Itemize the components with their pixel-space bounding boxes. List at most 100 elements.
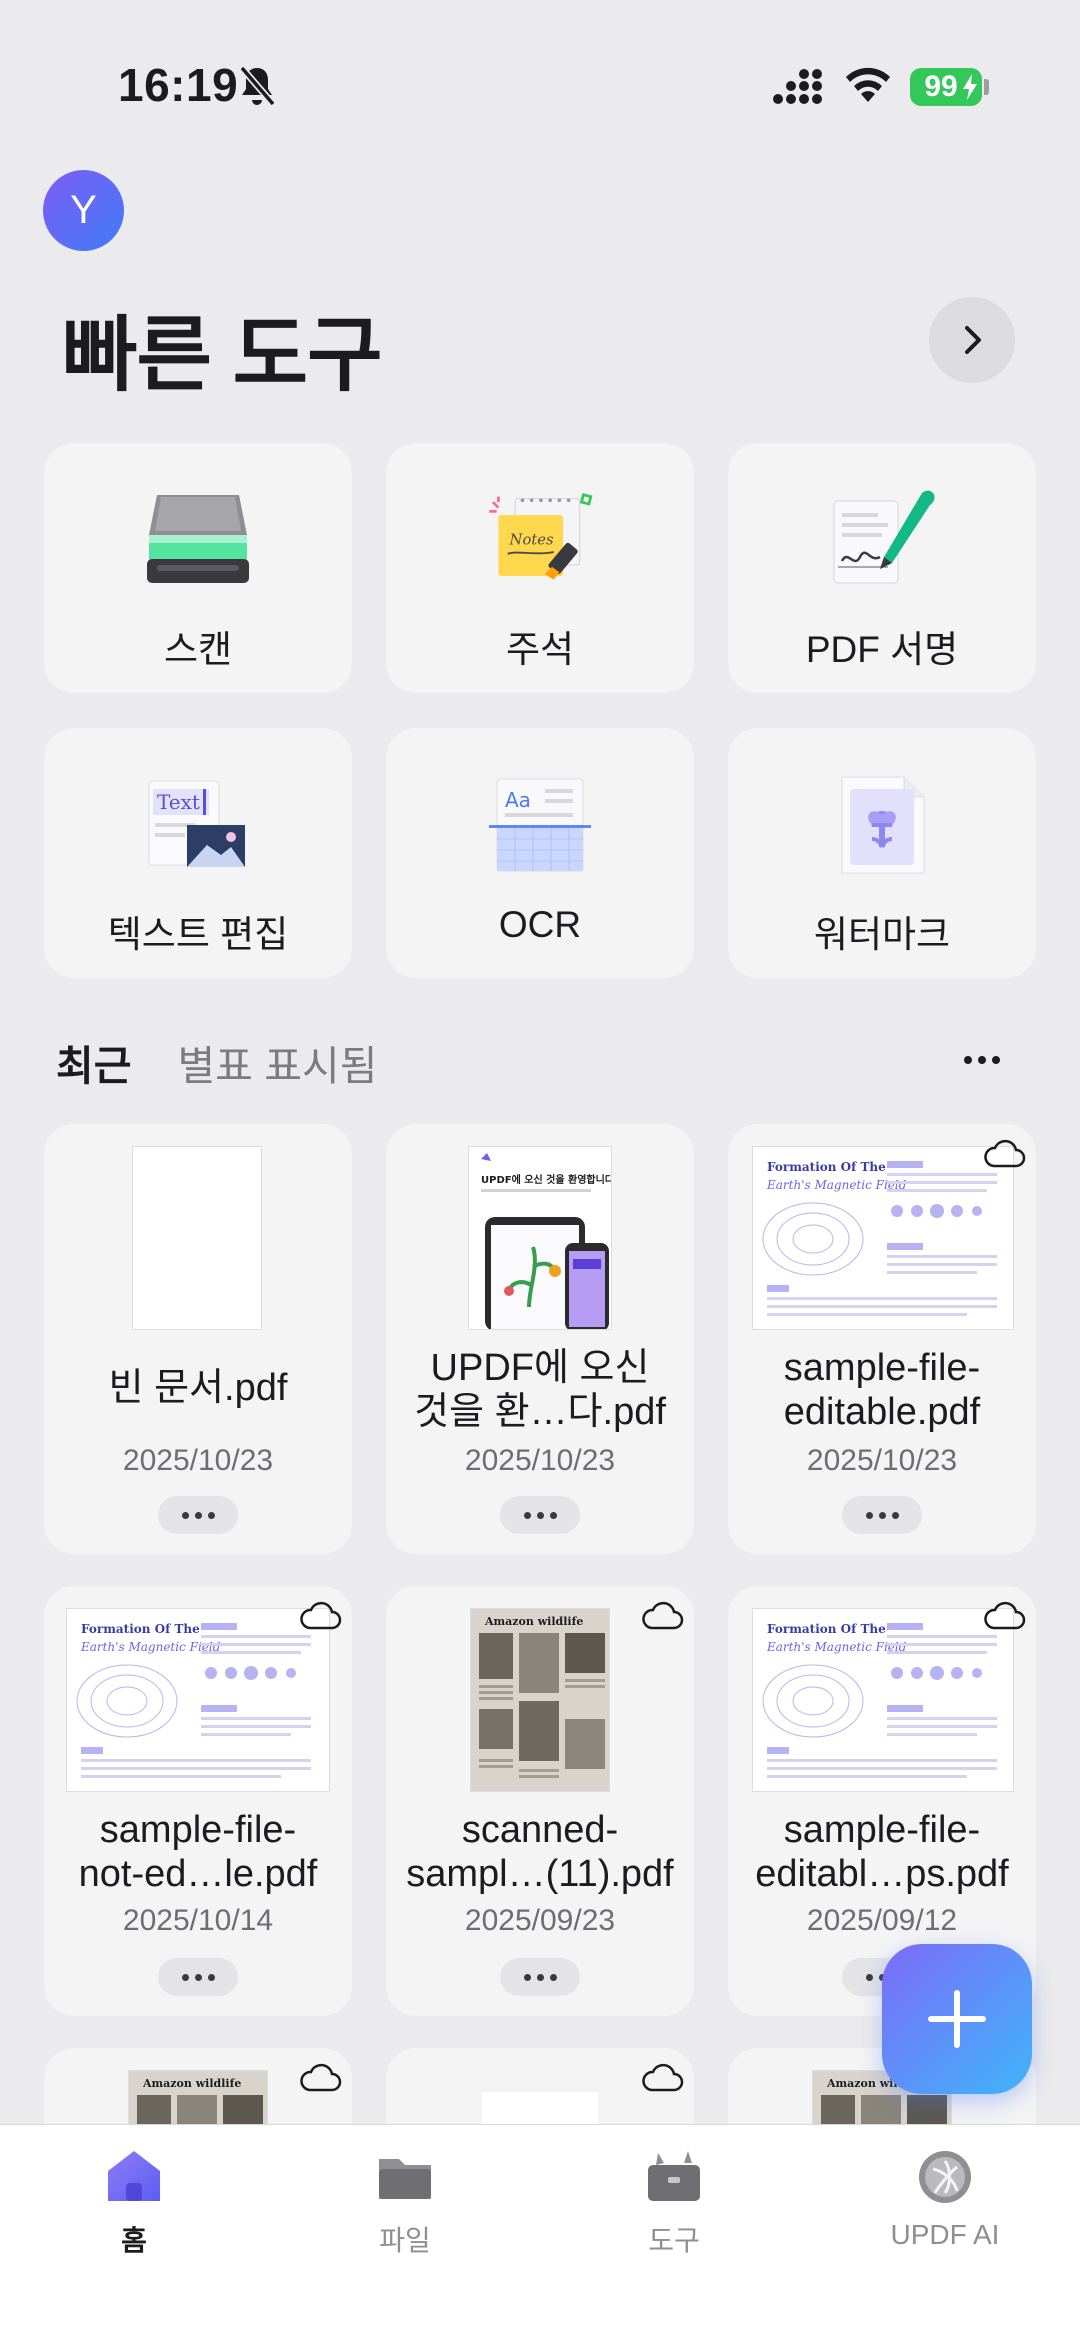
- add-file-button[interactable]: [882, 1944, 1032, 2094]
- ai-icon: [919, 2151, 971, 2203]
- tool-label: PDF 서명: [805, 629, 959, 670]
- file-more-button[interactable]: [158, 1958, 238, 1996]
- home-icon: [108, 2151, 160, 2201]
- tool-label: 텍스트 편집: [107, 914, 289, 955]
- cloud-icon: [300, 1601, 342, 1630]
- tool-ocr[interactable]: Aa OCR: [386, 728, 694, 978]
- battery-level: 99: [924, 70, 958, 103]
- notes-highlighter-icon: Notes: [480, 485, 600, 595]
- tab-updf-ai[interactable]: UPDF AI: [845, 2147, 1045, 2251]
- avatar[interactable]: Y: [43, 170, 124, 251]
- file-thumbnail: Formation Of The Earth's Magnetic Field: [752, 1146, 1014, 1330]
- tab-label: 홈: [121, 2225, 147, 2256]
- avatar-letter: Y: [70, 188, 97, 232]
- tool-label: 워터마크: [813, 914, 951, 955]
- file-date: 2025/09/12: [806, 1904, 958, 1937]
- recent-tabs: 최근 별표 표시됨: [56, 1032, 377, 1092]
- tab-label: 도구: [648, 2225, 700, 2256]
- file-thumbnail: Amazon wildlife: [470, 1608, 610, 1792]
- quick-tools-title: 빠른 도구: [62, 310, 383, 401]
- file-more-button[interactable]: [500, 1496, 580, 1534]
- file-date: 2025/10/23: [806, 1444, 958, 1477]
- file-card[interactable]: UPDF에 오신 것을 환영합니다 UPDF에 오신 것을 환…다.pdf 20…: [386, 1124, 694, 1554]
- status-bar: 16:19 99: [0, 0, 1080, 170]
- signature-pen-icon: [822, 485, 942, 595]
- cloud-icon: [642, 2063, 684, 2092]
- quick-tools-more-button[interactable]: [929, 297, 1015, 383]
- tool-label: 주석: [505, 629, 575, 670]
- charging-bolt-icon: [963, 74, 977, 100]
- cloud-icon: [300, 2063, 342, 2092]
- file-name: sample-file-: [99, 1809, 297, 1851]
- file-thumbnail: [132, 1146, 262, 1330]
- status-time: 16:19: [118, 59, 239, 111]
- svg-text:Formation Of The: Formation Of The: [767, 1622, 886, 1636]
- tool-text-edit[interactable]: Text 텍스트 편집: [44, 728, 352, 978]
- file-card[interactable]: Amazon wildlife scanned- sampl…(11).pdf …: [386, 1586, 694, 2016]
- tool-label: 스캔: [163, 629, 233, 670]
- cloud-icon: [642, 1601, 684, 1630]
- tool-label: OCR: [498, 904, 582, 945]
- file-date: 2025/10/23: [122, 1444, 274, 1477]
- tab-label: 파일: [379, 2225, 431, 2256]
- tab-tools[interactable]: 도구: [574, 2147, 774, 2259]
- tool-pdf-sign[interactable]: PDF 서명: [728, 443, 1036, 693]
- magnetic-thumb-subtitle: Earth's Magnetic Field: [766, 1178, 907, 1192]
- text-chip-label: Text: [157, 790, 200, 814]
- svg-text:Earth's Magnetic Field: Earth's Magnetic Field: [80, 1640, 221, 1654]
- file-more-button[interactable]: [500, 1958, 580, 1996]
- signal-icon: [773, 69, 822, 104]
- file-name: sampl…(11).pdf: [406, 1853, 674, 1895]
- file-date: 2025/10/23: [464, 1444, 616, 1477]
- cloud-icon: [984, 1601, 1026, 1630]
- file-more-button[interactable]: [158, 1496, 238, 1534]
- wifi-icon: [846, 67, 890, 102]
- file-name: scanned-: [461, 1809, 619, 1851]
- battery-tip: [984, 79, 989, 95]
- wildlife-thumb-title: Amazon wildlife: [484, 1615, 583, 1628]
- file-name: sample-file-: [783, 1809, 981, 1851]
- bell-muted-icon: [239, 65, 276, 107]
- svg-text:Amazon wildlife: Amazon wildlife: [142, 2077, 241, 2090]
- tab-home[interactable]: 홈: [34, 2147, 234, 2259]
- file-card[interactable]: 빈 문서.pdf 2025/10/23: [44, 1124, 352, 1554]
- file-name: editable.pdf: [783, 1391, 981, 1433]
- file-date: 2025/09/23: [464, 1904, 616, 1937]
- toolbox-icon: [648, 2151, 700, 2201]
- tab-recent[interactable]: 최근: [56, 1032, 131, 1092]
- scanner-icon: [138, 485, 258, 595]
- file-card[interactable]: Formation Of The Earth's Magnetic Field …: [44, 1586, 352, 2016]
- file-more-button[interactable]: [842, 1496, 922, 1534]
- recent-more-button[interactable]: [962, 1045, 1002, 1075]
- file-thumbnail: Formation Of The Earth's Magnetic Field: [66, 1608, 330, 1792]
- watermark-icon: [822, 770, 942, 880]
- tab-starred[interactable]: 별표 표시됨: [177, 1032, 377, 1092]
- file-name: 것을 환…다.pdf: [414, 1391, 666, 1433]
- svg-text:Formation Of The: Formation Of The: [81, 1622, 200, 1636]
- magnetic-thumb-title: Formation Of The: [767, 1160, 886, 1174]
- file-date: 2025/10/14: [122, 1904, 274, 1937]
- file-name: editabl…ps.pdf: [755, 1853, 1009, 1895]
- tab-files[interactable]: 파일: [305, 2147, 505, 2259]
- text-edit-icon: Text: [138, 770, 258, 880]
- folder-icon: [379, 2159, 431, 2199]
- file-card[interactable]: Formation Of The Earth's Magnetic Field …: [728, 1124, 1036, 1554]
- updf-thumb-title: UPDF에 오신 것을 환영합니다: [481, 1173, 612, 1186]
- tool-annotate[interactable]: Notes 주석: [386, 443, 694, 693]
- battery-indicator: 99: [910, 68, 982, 106]
- file-thumbnail: UPDF에 오신 것을 환영합니다: [468, 1146, 612, 1330]
- tool-scan[interactable]: 스캔: [44, 443, 352, 693]
- file-thumbnail: Formation Of The Earth's Magnetic Field: [752, 1608, 1014, 1792]
- ocr-icon: Aa: [480, 770, 600, 880]
- chevron-right-icon: [965, 326, 981, 354]
- file-name: not-ed…le.pdf: [78, 1853, 318, 1895]
- ocr-chip-label: Aa: [505, 788, 531, 812]
- file-name: 빈 문서.pdf: [108, 1367, 288, 1409]
- cloud-icon: [984, 1139, 1026, 1168]
- svg-text:Earth's Magnetic Field: Earth's Magnetic Field: [766, 1640, 907, 1654]
- tab-label: UPDF AI: [890, 2219, 1000, 2250]
- notes-chip-text: Notes: [509, 532, 554, 549]
- plus-icon: [928, 1990, 986, 2048]
- tool-watermark[interactable]: 워터마크: [728, 728, 1036, 978]
- file-name: sample-file-: [783, 1347, 981, 1389]
